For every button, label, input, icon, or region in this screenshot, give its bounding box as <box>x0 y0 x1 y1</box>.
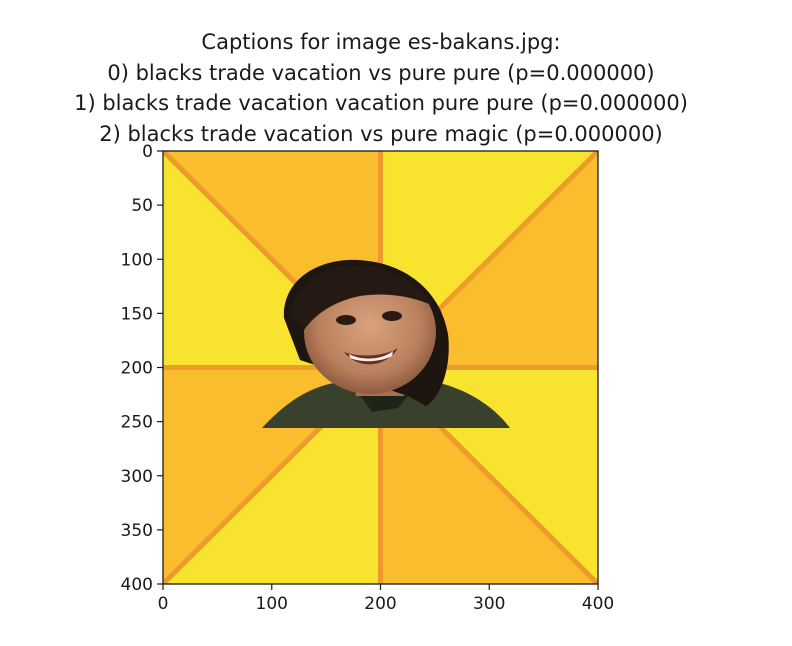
y-tick-label: 300 <box>121 467 153 487</box>
y-tick-label: 350 <box>121 521 153 541</box>
y-tick-label: 100 <box>121 250 153 270</box>
left-eye <box>336 315 356 325</box>
x-tick-label: 200 <box>364 594 396 614</box>
y-tick-label: 200 <box>121 359 153 379</box>
x-tick-label: 0 <box>158 594 169 614</box>
right-eye <box>382 311 402 321</box>
y-tick-label: 400 <box>121 575 153 595</box>
y-tick-label: 250 <box>121 413 153 433</box>
x-tick-label: 100 <box>256 594 288 614</box>
y-tick-label: 0 <box>142 142 153 162</box>
x-tick-label: 300 <box>473 594 505 614</box>
y-tick-label: 50 <box>131 196 153 216</box>
plot-svg: 0 100 200 300 400050100150200250300350400 <box>121 142 615 614</box>
y-tick-label: 150 <box>121 304 153 324</box>
x-tick-label: 400 <box>582 594 614 614</box>
